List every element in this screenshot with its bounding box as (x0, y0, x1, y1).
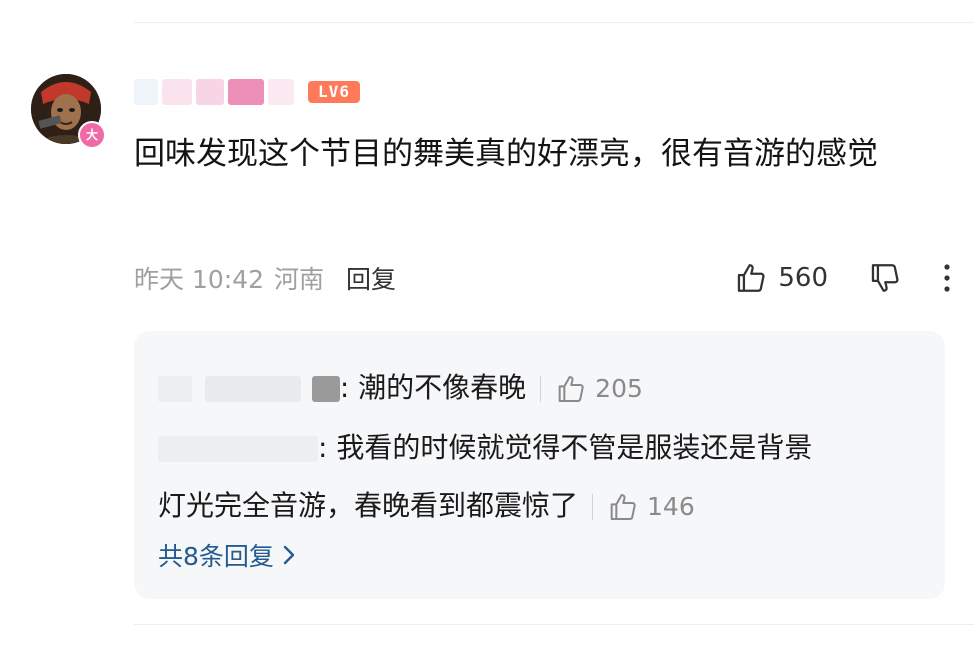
comment-text: 回味发现这个节目的舞美真的好漂亮，很有音游的感觉 (134, 136, 878, 172)
more-replies-link[interactable]: 共8条回复 (158, 537, 296, 573)
reply-colon: : (318, 431, 337, 464)
reply-like-count: 146 (647, 492, 695, 521)
reply-separator (592, 494, 594, 520)
more-vertical-icon (944, 264, 950, 292)
more-replies-label: 共8条回复 (158, 542, 274, 571)
reply-text: 潮的不像春晚 (358, 371, 527, 404)
comment-actions: 560 (734, 257, 952, 299)
username-blur-5 (268, 79, 294, 105)
thumb-up-icon (610, 494, 636, 520)
level-badge: LV6 (308, 81, 360, 103)
username-blur-4 (228, 79, 264, 105)
reply-like-button[interactable]: 205 (555, 360, 643, 418)
comment-meta: 昨天 10:42 河南 回复 (134, 258, 396, 298)
username[interactable] (134, 76, 294, 108)
thumb-down-icon (871, 264, 899, 292)
reply-like-button[interactable]: 146 (607, 478, 695, 536)
reply-item[interactable]: : 我看的时候就觉得不管是服装还是背景 (158, 419, 812, 477)
more-options-button[interactable] (942, 263, 952, 293)
username-blur-2 (162, 79, 192, 105)
avatar-badge: 大 (78, 121, 106, 149)
reply-colon: : (339, 371, 359, 404)
reply-username-blur (204, 376, 301, 402)
like-button[interactable]: 560 (734, 261, 828, 295)
reply-text-line1: 我看的时候就觉得不管是服装还是背景 (336, 431, 813, 464)
chevron-right-icon (283, 545, 295, 565)
reply-item[interactable]: : 潮的不像春晚 205 (158, 359, 643, 418)
comment-location: 河南 (274, 265, 325, 294)
thumb-up-icon (558, 376, 584, 402)
dislike-button[interactable] (868, 261, 902, 295)
reply-item-continued[interactable]: 灯光完全音游，春晚看到都震惊了 146 (158, 477, 695, 536)
reply-separator (540, 376, 542, 402)
thumb-up-icon (738, 264, 765, 292)
reply-username-blur (311, 376, 340, 402)
username-blur-3 (196, 79, 224, 105)
reply-button[interactable]: 回复 (346, 260, 396, 296)
replies-box: : 潮的不像春晚 205 : 我看的时候就觉得不管是服装还是背景 灯光完全音游，… (134, 331, 945, 599)
top-divider (134, 22, 974, 23)
bottom-divider (134, 624, 974, 625)
username-blur-1 (134, 79, 158, 105)
comment-time: 昨天 10:42 (134, 265, 264, 294)
reply-text-line2: 灯光完全音游，春晚看到都震惊了 (158, 489, 579, 522)
reply-username-blur (158, 376, 192, 402)
like-count: 560 (778, 263, 828, 293)
reply-like-count: 205 (595, 374, 643, 403)
reply-username-blur (158, 436, 318, 462)
